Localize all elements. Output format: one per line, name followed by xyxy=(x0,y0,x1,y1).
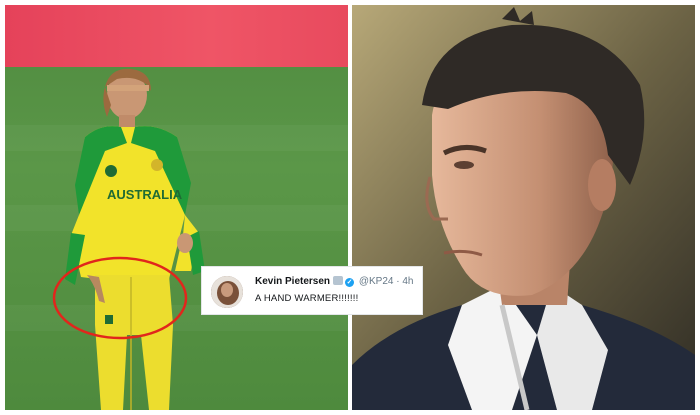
cricketer-photo: AUSTRALIA xyxy=(5,5,348,410)
red-circle-annotation xyxy=(52,256,188,340)
tweet-author-name[interactable]: Kevin Pietersen xyxy=(255,276,330,287)
profile-photo-icon xyxy=(211,276,243,308)
tweet-handle[interactable]: @KP24 xyxy=(359,276,394,287)
team-crest-icon xyxy=(105,165,117,177)
tweet-separator: · xyxy=(396,276,400,287)
verified-badge-icon: ✓ xyxy=(345,278,355,287)
tournament-logo-icon xyxy=(151,159,163,171)
raised-hands-icon xyxy=(333,276,344,285)
tweet-time[interactable]: 4h xyxy=(402,276,413,287)
portrait-photo xyxy=(352,5,695,410)
tweet-text: A HAND WARMER!!!!!!! xyxy=(255,293,359,304)
advertising-board xyxy=(5,5,348,67)
cricketer-figure: AUSTRALIA xyxy=(65,68,205,410)
tweet-card[interactable]: Kevin Pietersen ✓ @KP24 · 4h A HAND WARME… xyxy=(201,266,423,315)
jersey-text: AUSTRALIA xyxy=(107,187,183,202)
avatar[interactable] xyxy=(211,276,243,308)
man-portrait xyxy=(352,5,695,410)
